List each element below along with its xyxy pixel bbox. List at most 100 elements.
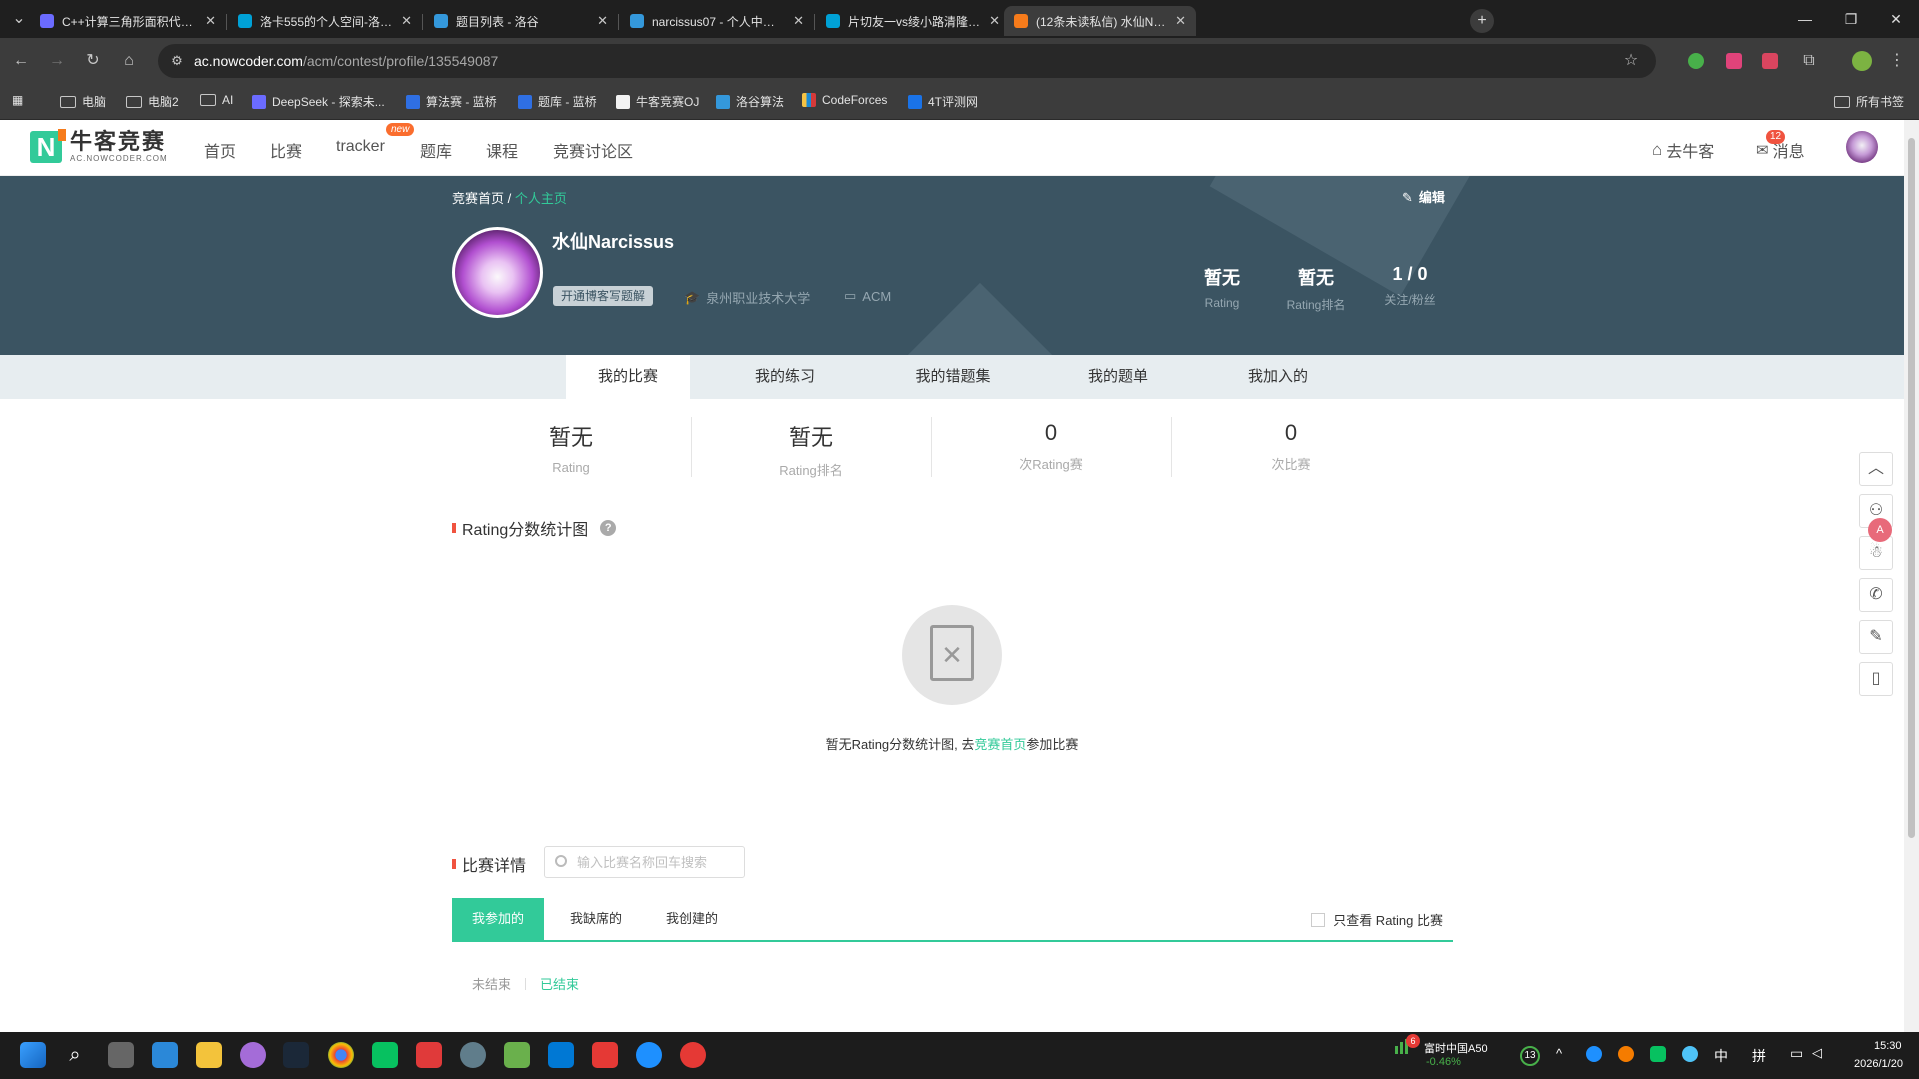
header-avatar[interactable]	[1846, 131, 1878, 163]
tab-search-icon[interactable]: ⌄	[8, 8, 30, 30]
close-icon[interactable]: ✕	[205, 13, 216, 29]
sprout-app-icon[interactable]	[504, 1042, 530, 1068]
feedback-pencil-icon[interactable]: ✎	[1859, 620, 1893, 654]
bookmark-8[interactable]: 洛谷算法	[716, 93, 784, 110]
music-app-icon[interactable]	[592, 1042, 618, 1068]
help-icon[interactable]: ?	[600, 520, 617, 536]
steam-icon[interactable]	[283, 1042, 309, 1068]
rating-only-checkbox[interactable]	[1311, 912, 1326, 927]
stock-name[interactable]: 富时中国A50	[1424, 1040, 1488, 1056]
tab-my-lists[interactable]: 我的题单	[1056, 355, 1180, 399]
nav-home[interactable]: 首页	[204, 138, 236, 162]
bookmark-5[interactable]: 算法赛 - 蓝桥	[406, 93, 497, 110]
bookmark-folder-2[interactable]: 电脑2	[126, 93, 179, 110]
all-bookmarks[interactable]: 所有书签	[1834, 93, 1904, 110]
wps-icon[interactable]	[416, 1042, 442, 1068]
nowcoder-logo[interactable]: N 牛客竞赛 AC.NOWCODER.COM	[30, 128, 168, 163]
browser-tab-4[interactable]: narcissus07 - 个人中心 - 洛谷 ✕	[620, 6, 814, 36]
bookmark-folder-3[interactable]: AI	[200, 93, 233, 107]
home-icon[interactable]: ⌂	[118, 50, 140, 72]
bookmark-star-icon[interactable]: ☆	[1620, 50, 1642, 72]
tray-wechat-icon[interactable]	[1650, 1046, 1666, 1062]
settings-gear-icon[interactable]	[460, 1042, 486, 1068]
bookmark-folder-1[interactable]: 电脑	[60, 93, 106, 110]
go-nowcoder-link[interactable]: ⌂ 去牛客	[1652, 138, 1714, 162]
store-icon[interactable]	[152, 1042, 178, 1068]
tab-my-practice[interactable]: 我的练习	[722, 355, 848, 399]
tab-joined[interactable]: 我加入的	[1216, 355, 1340, 399]
browser-menu-icon[interactable]: ⋮	[1886, 50, 1908, 72]
back-icon[interactable]: ←	[10, 50, 32, 72]
breadcrumb-home[interactable]: 竞赛首页	[452, 191, 504, 206]
profile-avatar-icon[interactable]	[1852, 51, 1872, 71]
tray-app-icon[interactable]	[1586, 1046, 1602, 1062]
rating-only-filter[interactable]: 只查看 Rating 比赛	[1311, 910, 1443, 929]
reload-icon[interactable]: ↻	[82, 50, 104, 72]
clock-date[interactable]: 2026/1/20	[1854, 1058, 1903, 1070]
restore-icon[interactable]: ❐	[1828, 0, 1874, 38]
chevron-up-icon[interactable]: ^	[1556, 1046, 1562, 1061]
filter-ongoing[interactable]: 未结束	[472, 974, 511, 993]
search-icon[interactable]: ⌕	[62, 1042, 88, 1068]
nav-problems[interactable]: 题库	[420, 138, 452, 162]
task-view-icon[interactable]	[108, 1042, 134, 1068]
scroll-top-button[interactable]: ︿	[1859, 452, 1893, 486]
app-cat-icon[interactable]	[240, 1042, 266, 1068]
bookmark-6[interactable]: 题库 - 蓝桥	[518, 93, 597, 110]
nav-forum[interactable]: 竞赛讨论区	[553, 138, 633, 162]
ime-mode[interactable]: 拼	[1752, 1046, 1766, 1066]
contest-home-link[interactable]: 竞赛首页	[974, 737, 1026, 752]
close-icon[interactable]: ✕	[793, 13, 804, 29]
netease-music-icon[interactable]	[680, 1042, 706, 1068]
close-icon[interactable]: ✕	[401, 13, 412, 29]
display-icon[interactable]: ▭	[1790, 1045, 1803, 1062]
file-explorer-icon[interactable]	[196, 1042, 222, 1068]
wechat-icon[interactable]	[372, 1042, 398, 1068]
nav-contests[interactable]: 比赛	[270, 138, 302, 162]
extensions-puzzle-icon[interactable]: ⧉	[1798, 50, 1820, 72]
scroll-thumb[interactable]	[1908, 138, 1915, 838]
translate-extension-icon[interactable]	[1726, 53, 1742, 69]
breadcrumb-current[interactable]: 个人主页	[515, 191, 567, 206]
tab-created[interactable]: 我创建的	[646, 898, 738, 940]
page-scrollbar[interactable]	[1904, 120, 1919, 1032]
ime-language[interactable]: 中	[1714, 1046, 1728, 1066]
extension-green-icon[interactable]	[1688, 53, 1704, 69]
tray-cloud-icon[interactable]	[1682, 1046, 1698, 1062]
open-blog-button[interactable]: 开通博客写题解	[553, 286, 654, 306]
chrome-icon[interactable]	[328, 1042, 354, 1068]
nav-courses[interactable]: 课程	[486, 138, 518, 162]
bookmark-4[interactable]: DeepSeek - 探索未...	[252, 93, 385, 110]
tray-app-icon[interactable]	[1618, 1046, 1634, 1062]
close-icon[interactable]: ✕	[1175, 13, 1186, 29]
clock-time[interactable]: 15:30	[1874, 1040, 1902, 1052]
tab-my-contests[interactable]: 我的比赛	[566, 355, 690, 399]
tab-participated[interactable]: 我参加的	[452, 898, 545, 940]
banner-stat-follow[interactable]: 1 / 0 关注/粉丝	[1365, 264, 1455, 308]
mobile-icon[interactable]: ▯	[1859, 662, 1893, 696]
minimize-icon[interactable]: —	[1782, 0, 1828, 38]
tab-absent[interactable]: 我缺席的	[550, 898, 642, 940]
url-text[interactable]: ac.nowcoder.com/acm/contest/profile/1355…	[194, 53, 498, 69]
apps-grid-icon[interactable]: ▦	[12, 93, 23, 107]
speaker-icon[interactable]: ◁	[1812, 1045, 1822, 1061]
close-window-icon[interactable]: ✕	[1873, 0, 1919, 38]
extension-red-icon[interactable]	[1762, 53, 1778, 69]
wechat-icon[interactable]: ✆	[1859, 578, 1893, 612]
browser-tab-3[interactable]: 题目列表 - 洛谷 ✕	[424, 6, 618, 36]
close-icon[interactable]: ✕	[989, 13, 1000, 29]
contest-search-box[interactable]	[544, 846, 745, 878]
close-icon[interactable]: ✕	[597, 13, 608, 29]
translate-float-icon[interactable]: A	[1868, 518, 1892, 542]
address-bar[interactable]: ⚙ ac.nowcoder.com/acm/contest/profile/13…	[158, 44, 1656, 78]
edit-profile-button[interactable]: ✎ 编辑	[1402, 187, 1445, 206]
browser-tab-6-active[interactable]: (12条未读私信) 水仙Narcissus ✕	[1004, 6, 1196, 36]
browser-tab-2[interactable]: 洛卡555的个人空间-洛卡555个 ✕	[228, 6, 422, 36]
browser-tab-1[interactable]: C++计算三角形面积代码修正与 ✕	[30, 6, 226, 36]
translate-app-icon[interactable]	[636, 1042, 662, 1068]
new-tab-button[interactable]: +	[1470, 9, 1494, 33]
browser-tab-5[interactable]: 片切友一vs绫小路清隆（全方位 ✕	[816, 6, 1010, 36]
start-windows-icon[interactable]	[20, 1042, 46, 1068]
vscode-icon[interactable]	[548, 1042, 574, 1068]
tab-wrong-problems[interactable]: 我的错题集	[888, 355, 1018, 399]
